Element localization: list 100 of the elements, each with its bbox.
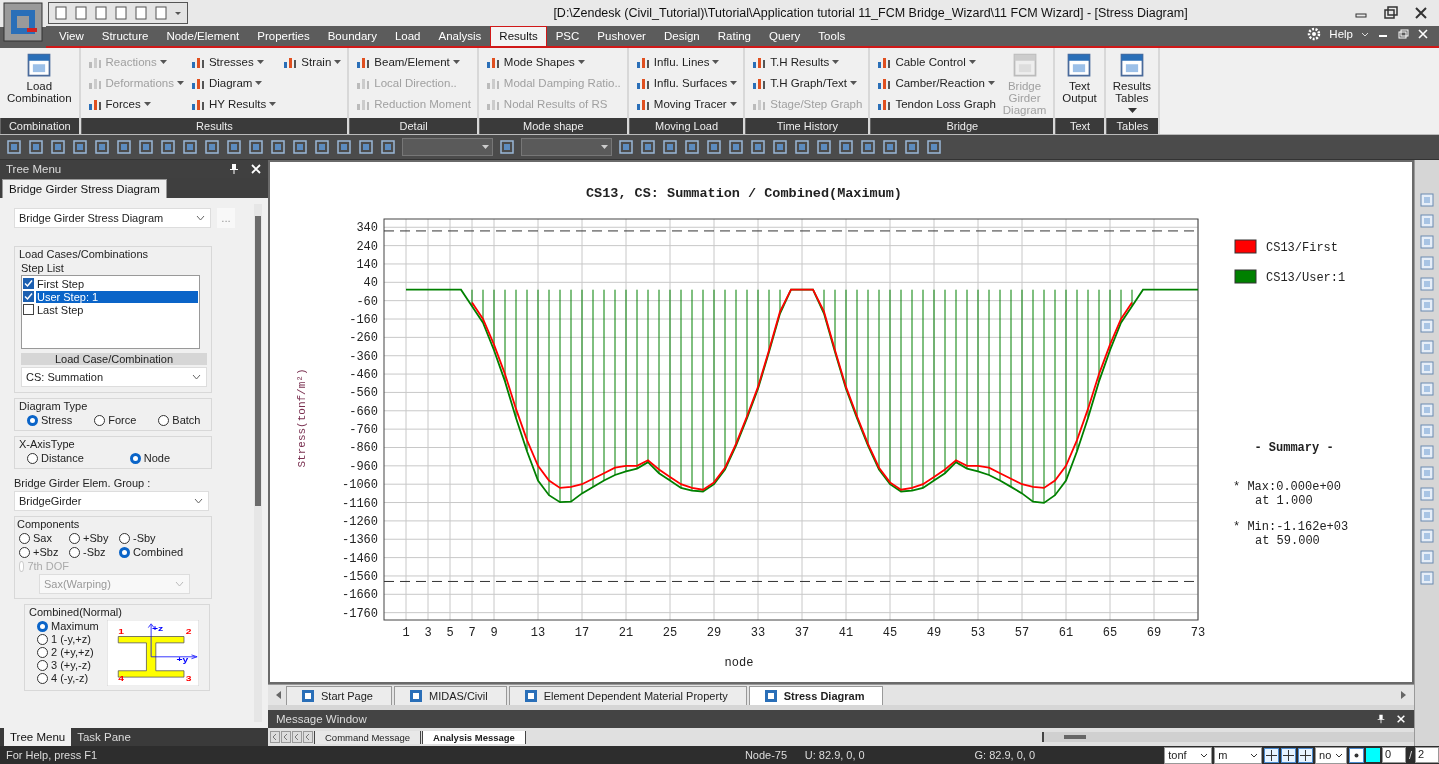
snap-icon[interactable]	[1281, 747, 1297, 763]
tool-icon[interactable]	[772, 139, 788, 155]
list-item[interactable]: Last Step	[36, 303, 198, 316]
ribbon-button[interactable]: Influ. Surfaces	[632, 72, 740, 93]
tool-icon[interactable]	[50, 139, 66, 155]
close-icon[interactable]	[1417, 27, 1429, 40]
panel-tab[interactable]: Task Pane	[71, 728, 137, 746]
tool-icon[interactable]	[358, 139, 374, 155]
settings-icon[interactable]	[1307, 26, 1322, 41]
menu-tab[interactable]: Load	[385, 26, 430, 46]
radio-option[interactable]: Node	[129, 452, 171, 464]
tool-icon[interactable]	[6, 139, 22, 155]
radio-option[interactable]: Sax	[19, 532, 69, 544]
tool-icon[interactable]	[794, 139, 810, 155]
tool-icon[interactable]	[160, 139, 176, 155]
tool-icon[interactable]	[904, 139, 920, 155]
ribbon-button[interactable]: Load Combination	[4, 51, 75, 118]
scrollbar[interactable]	[254, 204, 262, 722]
help-icon[interactable]	[1349, 747, 1365, 763]
list-item[interactable]: User Step: 1	[36, 290, 198, 303]
option-dropdown[interactable]: no	[1315, 746, 1348, 764]
view-icon[interactable]	[1419, 423, 1435, 439]
ribbon-button[interactable]: Camber/Reaction	[874, 72, 998, 93]
ribbon-button[interactable]: HY Results	[187, 93, 279, 114]
tool-icon[interactable]	[226, 139, 242, 155]
view-icon[interactable]	[1419, 402, 1435, 418]
menu-tab[interactable]: Node/Element	[157, 26, 249, 46]
tool-icon[interactable]	[684, 139, 700, 155]
view-icon[interactable]	[1419, 507, 1435, 523]
unit-dropdown[interactable]: tonf	[1164, 746, 1213, 764]
view-icon[interactable]	[1419, 465, 1435, 481]
tool-icon[interactable]	[882, 139, 898, 155]
radio-option[interactable]: -Sbz	[69, 546, 119, 558]
checkbox[interactable]	[23, 304, 34, 315]
tool-icon[interactable]	[706, 139, 722, 155]
view-icon[interactable]	[1419, 444, 1435, 460]
view-icon[interactable]	[1419, 549, 1435, 565]
document-tab[interactable]: Start Page	[286, 686, 392, 705]
panel-tab[interactable]: Bridge Girder Stress Diagram	[2, 179, 167, 198]
file-icon[interactable]	[53, 4, 69, 21]
radio-option[interactable]: Maximum	[37, 620, 99, 632]
menu-tab[interactable]: Tools	[809, 26, 855, 46]
menu-tab[interactable]: Boundary	[318, 26, 386, 46]
navigation-icon[interactable]	[292, 731, 302, 743]
restore-icon[interactable]	[1383, 4, 1399, 21]
ribbon-button[interactable]: Text Output	[1059, 51, 1100, 118]
radio-option[interactable]: 4 (-y,-z)	[37, 672, 99, 684]
ribbon-button[interactable]: Mode Shapes	[482, 51, 623, 72]
ribbon-button[interactable]: T.H Results	[749, 51, 865, 72]
menu-tab[interactable]: Results	[490, 26, 547, 46]
document-tab[interactable]: Stress Diagram	[748, 686, 884, 705]
tool-icon[interactable]	[28, 139, 44, 155]
radio-option[interactable]: Batch	[158, 414, 201, 426]
panel-tab[interactable]: Tree Menu	[4, 728, 72, 746]
menu-tab[interactable]: Pushover	[588, 26, 655, 46]
ribbon-button[interactable]: Diagram	[187, 72, 279, 93]
radio-option[interactable]: +Sby	[69, 532, 119, 544]
message-tab[interactable]: Command Message	[314, 730, 421, 744]
document-tab[interactable]: Element Dependent Material Property	[508, 686, 747, 705]
list-item[interactable]: First Step	[36, 277, 198, 290]
scrollbar[interactable]	[1042, 732, 1414, 742]
ribbon-button[interactable]: Cable Control	[874, 51, 998, 72]
tool-icon[interactable]	[116, 139, 132, 155]
ribbon-button[interactable]: Tendon Loss Graph	[874, 93, 998, 114]
tool-icon[interactable]	[499, 139, 515, 155]
menu-tab[interactable]: Structure	[92, 26, 158, 46]
scroll-right-icon[interactable]	[1398, 690, 1408, 700]
tool-icon[interactable]	[662, 139, 678, 155]
file-icon[interactable]	[73, 4, 89, 21]
snap-icon[interactable]	[1298, 747, 1314, 763]
load-case-dropdown[interactable]: CS: Summation	[21, 367, 207, 387]
ribbon-button[interactable]: Moving Tracer	[632, 93, 740, 114]
color-swatch[interactable]	[1366, 748, 1381, 762]
ribbon-button[interactable]: Beam/Element	[353, 51, 473, 72]
tool-icon[interactable]	[816, 139, 832, 155]
menu-tab[interactable]: PSC	[546, 26, 589, 46]
ribbon-button[interactable]: Stresses	[187, 51, 279, 72]
radio-option[interactable]: +Sbz	[19, 546, 69, 558]
menu-tab[interactable]: Rating	[708, 26, 760, 46]
view-icon[interactable]	[1419, 297, 1435, 313]
navigation-icon[interactable]	[270, 731, 280, 743]
menu-tab[interactable]: Analysis	[429, 26, 491, 46]
tool-icon[interactable]	[270, 139, 286, 155]
menu-tab[interactable]: View	[50, 26, 93, 46]
radio-option[interactable]: 1 (-y,+z)	[37, 633, 99, 645]
tool-icon[interactable]	[94, 139, 110, 155]
app-logo-icon[interactable]	[3, 2, 43, 42]
spin-field[interactable]: 2	[1415, 747, 1439, 763]
radio-option[interactable]: Stress	[27, 414, 73, 426]
radio-option[interactable]: Combined	[119, 546, 199, 558]
ribbon-button[interactable]: Results Tables	[1109, 51, 1155, 118]
tool-icon[interactable]	[248, 139, 264, 155]
checkbox[interactable]	[23, 291, 34, 302]
tool-icon[interactable]	[138, 139, 154, 155]
file-icon[interactable]	[93, 4, 109, 21]
message-tab[interactable]: Analysis Message	[422, 730, 526, 744]
view-icon[interactable]	[1419, 255, 1435, 271]
group-dropdown[interactable]: BridgeGirder	[14, 491, 209, 511]
tool-icon[interactable]	[618, 139, 634, 155]
spin-field[interactable]: 0	[1382, 747, 1406, 763]
